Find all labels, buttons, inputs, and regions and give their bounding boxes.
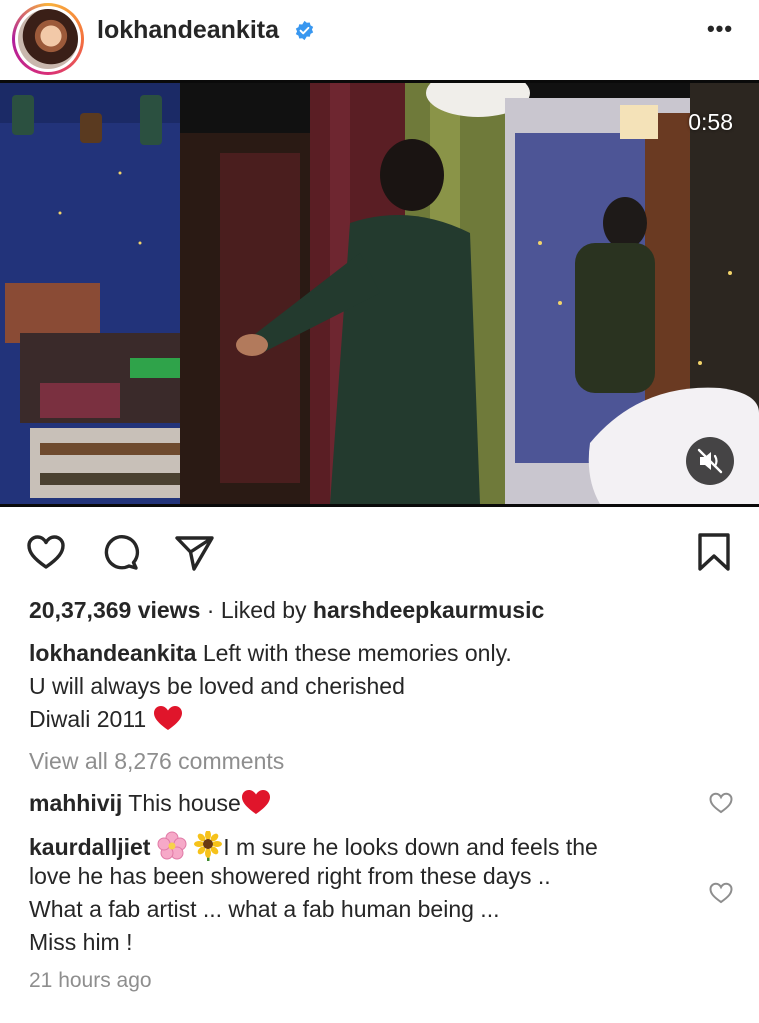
comment-row: kaurdalljiet I m sure he looks down and … [29, 831, 598, 862]
comment-text: I m sure he looks down and feels the [223, 834, 598, 860]
comment-text: This house [128, 790, 241, 816]
comment-row: mahhivij This house [29, 788, 271, 818]
video-player[interactable]: 0:58 [0, 80, 759, 507]
video-timer: 0:58 [688, 109, 733, 135]
caption-line-1: lokhandeankita Left with these memories … [29, 638, 512, 668]
avatar[interactable] [12, 3, 84, 75]
view-all-comments-link[interactable]: View all 8,276 comments [29, 746, 284, 776]
caption-text: Diwali 2011 [29, 706, 147, 732]
liked-by-prefix: Liked by [220, 597, 307, 623]
speaker-muted-icon [697, 448, 723, 474]
share-icon[interactable] [172, 530, 216, 574]
comment-icon[interactable] [99, 530, 143, 574]
post-actions [0, 518, 759, 588]
separator-dot: · [206, 597, 221, 623]
views-liked-row: 20,37,369 views · Liked by harshdeepkaur… [29, 595, 544, 625]
post-timestamp: 21 hours ago [29, 969, 152, 992]
comment-like-heart-icon[interactable] [708, 881, 734, 905]
mute-toggle-button[interactable] [686, 437, 734, 485]
views-count[interactable]: 20,37,369 views [29, 597, 200, 623]
comment-username[interactable]: kaurdalljiet [29, 834, 150, 860]
verified-badge-icon [295, 20, 314, 41]
caption-line-2: U will always be loved and cherished [29, 673, 405, 699]
liked-by-user[interactable]: harshdeepkaurmusic [313, 597, 544, 623]
comment-like-heart-icon[interactable] [708, 791, 734, 815]
caption-line-3: Diwali 2011 [29, 704, 183, 734]
red-heart-emoji-icon [241, 790, 270, 814]
red-heart-emoji-icon [153, 706, 182, 730]
caption-text: Left with these memories only. [202, 640, 512, 666]
more-options-button[interactable]: ••• [700, 14, 740, 44]
post-header: lokhandeankita ••• [0, 0, 759, 80]
caption-username[interactable]: lokhandeankita [29, 640, 196, 666]
video-frame [0, 83, 759, 504]
post-username[interactable]: lokhandeankita [97, 16, 279, 45]
comment-text-line: What a fab artist ... what a fab human b… [29, 896, 500, 922]
sunflower-emoji-icon [194, 831, 223, 861]
comment-username[interactable]: mahhivij [29, 790, 122, 816]
cherry-blossom-emoji-icon [157, 831, 187, 860]
heart-icon[interactable] [24, 530, 68, 574]
comment-text-line: Miss him ! [29, 929, 133, 955]
comment-text-line: love he has been showered right from the… [29, 863, 551, 889]
bookmark-icon[interactable] [692, 530, 736, 574]
